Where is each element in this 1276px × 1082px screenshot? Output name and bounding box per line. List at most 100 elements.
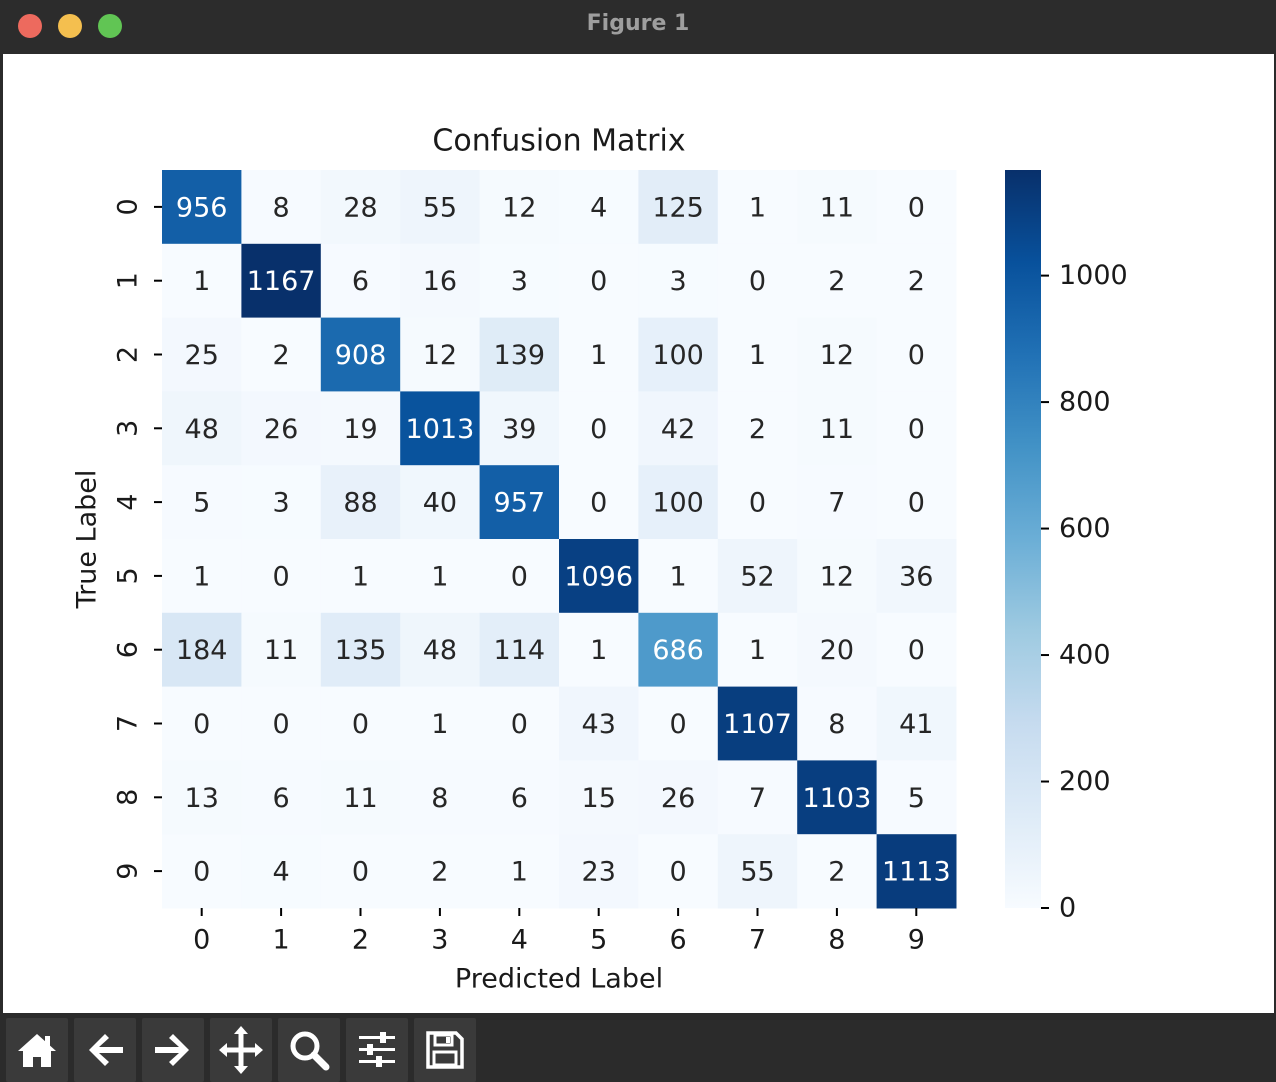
cell-value-label: 1 <box>352 561 369 592</box>
cell-value-label: 0 <box>908 340 925 371</box>
cell-value-label: 52 <box>740 561 774 592</box>
arrow-left-icon <box>89 1034 123 1066</box>
cell-value-label: 0 <box>908 414 925 445</box>
cell-value-label: 0 <box>352 857 369 888</box>
cell-value-label: 16 <box>423 266 457 297</box>
cell-value-label: 0 <box>908 488 925 519</box>
cell-value-label: 1 <box>749 635 766 666</box>
cell-value-label: 0 <box>273 709 290 740</box>
cell-value-label: 0 <box>590 266 607 297</box>
configure-subplots-button[interactable] <box>346 1018 408 1082</box>
x-tick-label: 8 <box>828 925 845 956</box>
cell-value-label: 1 <box>431 709 448 740</box>
cell-value-label: 13 <box>185 783 219 814</box>
cell-value-label: 0 <box>670 709 687 740</box>
cell-value-label: 3 <box>670 266 687 297</box>
cell-value-label: 42 <box>661 414 695 445</box>
cell-value-label: 6 <box>511 783 528 814</box>
cell-value-label: 55 <box>423 192 457 223</box>
cell-value-label: 8 <box>431 783 448 814</box>
move-icon <box>219 1026 263 1074</box>
cell-value-label: 5 <box>193 488 210 519</box>
cell-value-label: 88 <box>343 488 377 519</box>
colorbar-tick-label: 600 <box>1059 513 1111 544</box>
cell-value-label: 908 <box>335 340 387 371</box>
cell-value-label: 0 <box>193 709 210 740</box>
cell-value-label: 3 <box>273 488 290 519</box>
figure-canvas[interactable]: 956 8 28 55 12 4 125 1 11 0 1 1167 6 16 3 0 3 0 2 2 25 2 908 12… <box>3 54 1274 1013</box>
x-tick-label: 6 <box>670 925 687 956</box>
colorbar-tick-label: 800 <box>1059 387 1111 418</box>
cell-value-label: 11 <box>820 192 854 223</box>
save-button[interactable] <box>414 1018 476 1082</box>
sliders-icon <box>359 1032 395 1067</box>
cell-value-label: 1 <box>670 561 687 592</box>
y-tick-label: 9 <box>113 863 144 880</box>
back-button[interactable] <box>74 1018 136 1082</box>
cell-value-label: 40 <box>423 488 457 519</box>
home-icon <box>18 1034 56 1067</box>
cell-value-label: 114 <box>494 635 546 666</box>
cell-value-label: 48 <box>185 414 219 445</box>
cell-value-label: 26 <box>661 783 695 814</box>
cell-value-label: 125 <box>652 192 704 223</box>
cell-value-label: 1 <box>193 266 210 297</box>
cell-value-label: 41 <box>899 709 933 740</box>
cell-value-label: 19 <box>343 414 377 445</box>
arrow-right-icon <box>155 1034 189 1066</box>
cell-value-label: 6 <box>352 266 369 297</box>
cell-value-label: 2 <box>749 414 766 445</box>
cell-value-label: 184 <box>176 635 228 666</box>
x-tick-label: 5 <box>590 925 607 956</box>
cell-value-label: 0 <box>511 561 528 592</box>
cell-value-label: 1096 <box>564 561 633 592</box>
colorbar-tick-label: 200 <box>1059 766 1111 797</box>
cell-value-label: 1 <box>749 192 766 223</box>
y-tick-label: 0 <box>113 198 144 215</box>
cell-value-label: 12 <box>423 340 457 371</box>
cell-value-label: 0 <box>352 709 369 740</box>
cell-value-label: 0 <box>511 709 528 740</box>
cell-value-label: 1107 <box>723 709 792 740</box>
cell-value-label: 0 <box>590 488 607 519</box>
chart-title: Confusion Matrix <box>432 124 685 159</box>
cell-value-label: 0 <box>749 488 766 519</box>
cell-value-label: 26 <box>264 414 298 445</box>
cell-value-label: 0 <box>193 857 210 888</box>
pan-button[interactable] <box>210 1018 272 1082</box>
cell-value-label: 7 <box>828 488 845 519</box>
window-titlebar: Figure 1 <box>0 0 1276 54</box>
y-tick-label: 2 <box>113 346 144 363</box>
cell-value-label: 100 <box>652 488 704 519</box>
zoom-button[interactable] <box>278 1018 340 1082</box>
cell-value-label: 12 <box>820 561 854 592</box>
x-tick-label: 7 <box>749 925 766 956</box>
forward-button[interactable] <box>142 1018 204 1082</box>
cell-value-label: 48 <box>423 635 457 666</box>
cell-value-label: 5 <box>908 783 925 814</box>
cell-value-label: 0 <box>908 635 925 666</box>
navigation-toolbar <box>0 1013 1276 1082</box>
cell-value-label: 0 <box>273 561 290 592</box>
cell-value-label: 2 <box>273 340 290 371</box>
y-tick-label: 5 <box>113 567 144 584</box>
cell-value-label: 6 <box>273 783 290 814</box>
y-tick-label: 4 <box>113 494 144 511</box>
cell-value-label: 1 <box>193 561 210 592</box>
cell-value-label: 43 <box>582 709 616 740</box>
cell-value-label: 15 <box>582 783 616 814</box>
cell-value-label: 7 <box>749 783 766 814</box>
home-button[interactable] <box>6 1018 68 1082</box>
cell-value-label: 1 <box>590 635 607 666</box>
cell-value-label: 11 <box>343 783 377 814</box>
cell-value-label: 0 <box>908 192 925 223</box>
colorbar-tick-label: 400 <box>1059 640 1111 671</box>
cell-value-label: 3 <box>511 266 528 297</box>
x-tick-label: 3 <box>431 925 448 956</box>
cell-value-label: 8 <box>828 709 845 740</box>
cell-value-label: 11 <box>264 635 298 666</box>
cell-value-label: 1103 <box>803 783 872 814</box>
cell-value-label: 0 <box>670 857 687 888</box>
y-axis-label: True Label <box>72 470 103 610</box>
x-tick-label: 0 <box>193 925 210 956</box>
